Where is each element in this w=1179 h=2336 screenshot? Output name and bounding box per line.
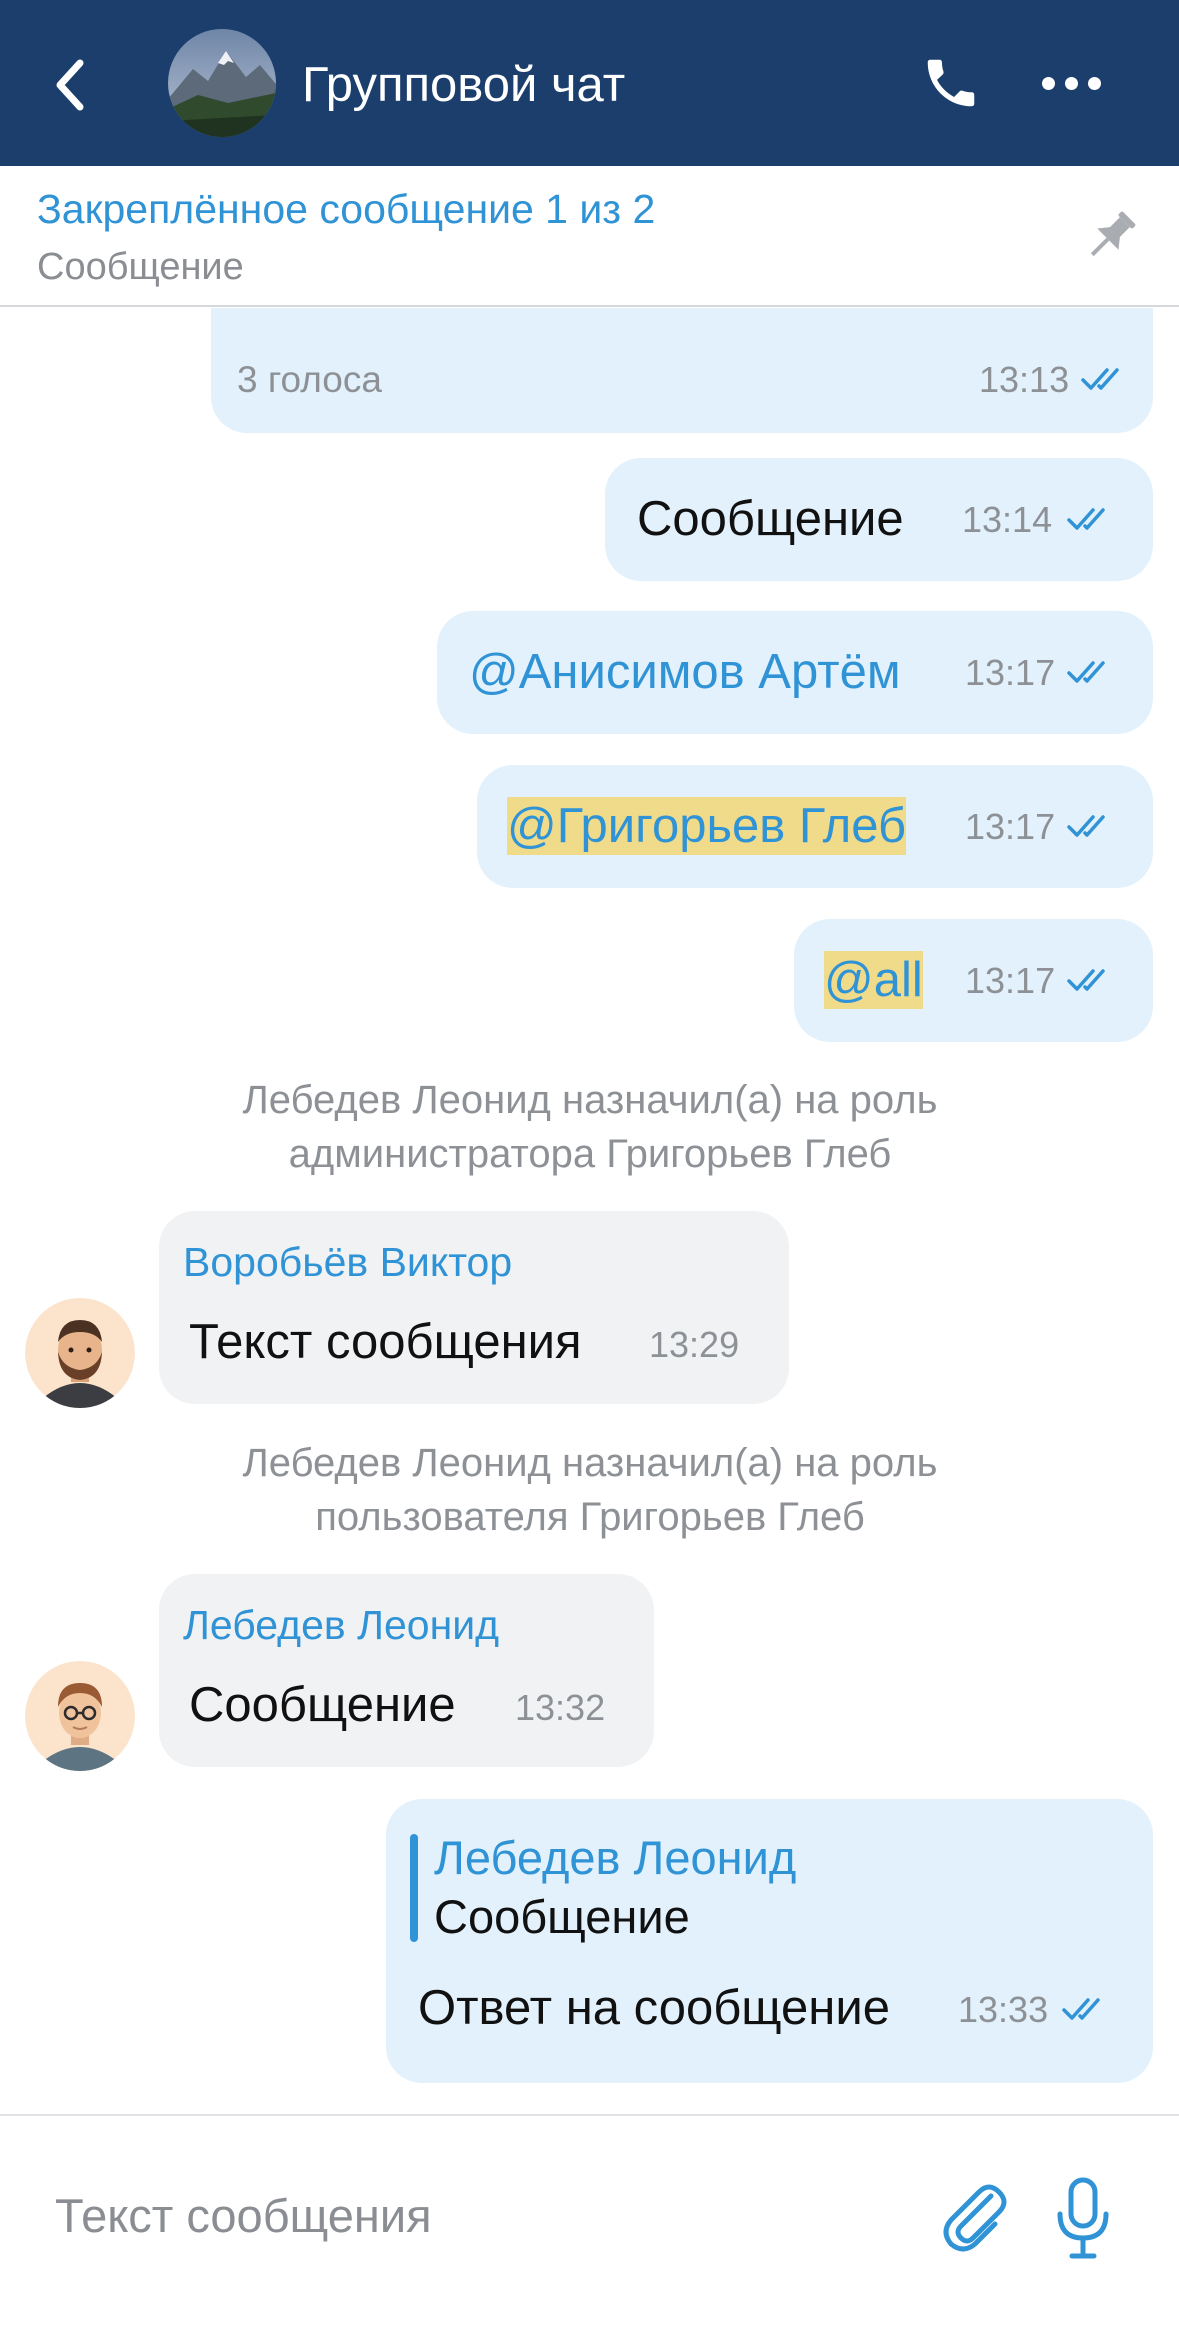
poll-votes: 3 голоса [237, 359, 382, 400]
system-message-line: Лебедев Леонид назначил(а) на роль [242, 1441, 938, 1485]
double-check-icon [1067, 815, 1105, 837]
double-check-icon [1067, 661, 1105, 683]
avatar[interactable] [25, 1661, 135, 1771]
message-input[interactable] [55, 2186, 855, 2246]
message-time: 13:33 [958, 1989, 1049, 2030]
message-text: Текст сообщения [189, 1315, 582, 1369]
poll-message-bubble[interactable]: 3 голоса 13:13 [211, 308, 1153, 433]
message-time: 13:17 [965, 652, 1056, 693]
chat-title[interactable]: Групповой чат [302, 55, 625, 115]
message-time: 13:29 [649, 1324, 740, 1365]
system-message: Лебедев Леонид назначил(а) на роль польз… [60, 1436, 1120, 1544]
outgoing-message[interactable]: @Анисимов Артём 13:17 [437, 611, 1153, 734]
mention-link[interactable]: @Анисимов Артём [469, 643, 901, 701]
sender-name[interactable]: Воробьёв Виктор [183, 1237, 512, 1287]
system-message: Лебедев Леонид назначил(а) на роль админ… [60, 1073, 1120, 1181]
quoted-text[interactable]: Сообщение [434, 1888, 690, 1946]
outgoing-message[interactable]: @Григорьев Глеб 13:17 [477, 765, 1153, 888]
outgoing-message[interactable]: Сообщение 13:14 [605, 458, 1153, 581]
message-time: 13:17 [965, 960, 1056, 1001]
message-time: 13:17 [965, 806, 1056, 847]
message-text: Ответ на сообщение [418, 1981, 890, 2035]
chat-header: Групповой чат [0, 0, 1179, 166]
voice-message-button[interactable] [1048, 2174, 1118, 2264]
outgoing-reply-message[interactable]: Лебедев Леонид Сообщение Ответ на сообще… [386, 1799, 1153, 2083]
system-message-line: пользователя Григорьев Глеб [315, 1495, 865, 1539]
pin-icon [1090, 211, 1136, 257]
sender-name[interactable]: Лебедев Леонид [183, 1600, 499, 1650]
paperclip-icon [943, 2184, 1007, 2252]
outgoing-message[interactable]: @all 13:17 [794, 919, 1153, 1042]
pinned-text: Сообщение [37, 246, 244, 288]
incoming-message[interactable]: Лебедев Леонид Сообщение 13:32 [159, 1574, 654, 1767]
message-time: 13:14 [962, 499, 1053, 540]
message-input-bar [0, 2114, 1179, 2336]
phone-icon [927, 59, 975, 107]
double-check-icon [1067, 969, 1105, 991]
double-check-icon [1062, 1998, 1100, 2020]
call-button[interactable] [916, 48, 986, 118]
more-horizontal-icon [1041, 76, 1055, 90]
system-message-line: Лебедев Леонид назначил(а) на роль [242, 1078, 938, 1122]
unpin-button[interactable] [1075, 202, 1145, 272]
message-time: 13:32 [515, 1687, 606, 1728]
back-button[interactable] [40, 50, 100, 120]
mention-all-highlighted[interactable]: @all [824, 951, 923, 1009]
chat-avatar[interactable] [168, 29, 276, 137]
double-check-icon [1067, 508, 1105, 530]
message-list[interactable]: 3 голоса 13:13 Сообщение 13:14 @Анисимов… [0, 308, 1179, 2114]
reply-quote-bar [410, 1834, 418, 1942]
avatar[interactable] [25, 1298, 135, 1408]
double-check-icon [1081, 368, 1119, 390]
pinned-title: Закреплённое сообщение 1 из 2 [37, 186, 656, 232]
pinned-message-bar[interactable]: Закреплённое сообщение 1 из 2 Сообщение [0, 166, 1179, 307]
message-text: Сообщение [189, 1678, 456, 1732]
chevron-left-icon [56, 59, 84, 111]
incoming-message[interactable]: Воробьёв Виктор Текст сообщения 13:29 [159, 1211, 789, 1404]
more-button[interactable] [1036, 58, 1106, 108]
quoted-sender[interactable]: Лебедев Леонид [434, 1829, 796, 1887]
microphone-icon [1057, 2177, 1109, 2259]
system-message-line: администратора Григорьев Глеб [288, 1132, 892, 1176]
attach-button[interactable] [935, 2176, 1015, 2260]
message-text: Сообщение [637, 492, 904, 546]
mention-link-highlighted[interactable]: @Григорьев Глеб [507, 797, 907, 855]
message-time: 13:13 [979, 359, 1070, 400]
